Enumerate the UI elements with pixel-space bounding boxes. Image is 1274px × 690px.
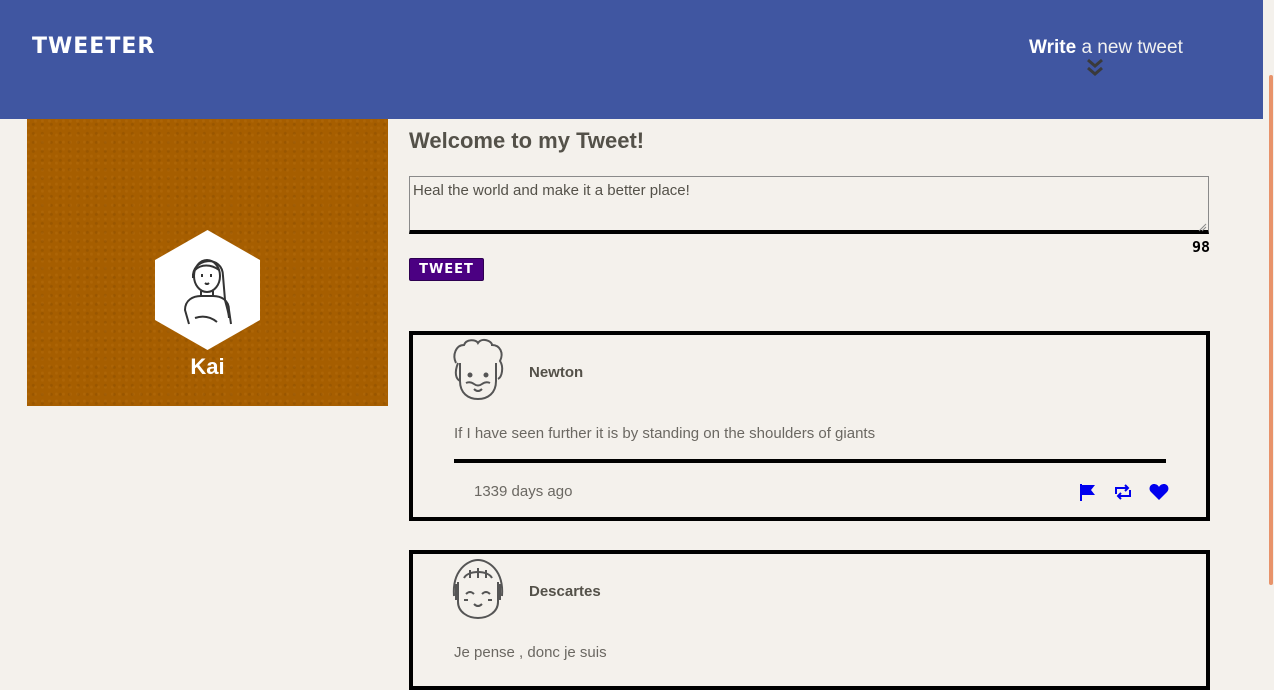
tweet-input[interactable]: Heal the world and make it a better plac…	[409, 176, 1209, 234]
tweet-content: If I have seen further it is by standing…	[454, 425, 876, 442]
tweet-card: Descartes Je pense , donc je suis	[409, 550, 1210, 690]
tweet-author: Newton	[529, 364, 584, 381]
newton-avatar	[453, 338, 504, 401]
profile-name: Kai	[190, 354, 225, 379]
profile-avatar	[155, 230, 260, 350]
character-counter: 98	[1191, 238, 1210, 256]
top-nav: TWEETER Write a new tweet	[0, 0, 1263, 119]
resize-handle-icon[interactable]	[1197, 222, 1207, 232]
write-label-bold: Write	[1029, 37, 1077, 58]
write-label-rest: a new tweet	[1076, 37, 1183, 58]
scrollbar-thumb[interactable]	[1269, 75, 1273, 585]
retweet-icon[interactable]	[1112, 482, 1134, 502]
tweet-timestamp: 1339 days ago	[474, 483, 573, 500]
brand-logo[interactable]: TWEETER	[32, 34, 155, 59]
tweet-actions	[1077, 482, 1179, 502]
heart-icon[interactable]	[1148, 482, 1170, 502]
tweet-submit-button[interactable]: TWEET	[409, 258, 484, 281]
flag-icon[interactable]	[1077, 482, 1099, 502]
tweet-divider	[454, 459, 1166, 463]
page-title: Welcome to my Tweet!	[409, 128, 645, 153]
write-new-tweet-toggle[interactable]: Write a new tweet	[1029, 37, 1183, 59]
double-chevron-down-icon[interactable]	[1085, 58, 1105, 78]
tweet-author: Descartes	[529, 583, 601, 600]
tweet-content: Je pense , donc je suis	[454, 644, 607, 661]
tweet-card: Newton If I have seen further it is by s…	[409, 331, 1210, 521]
descartes-avatar	[452, 558, 504, 620]
